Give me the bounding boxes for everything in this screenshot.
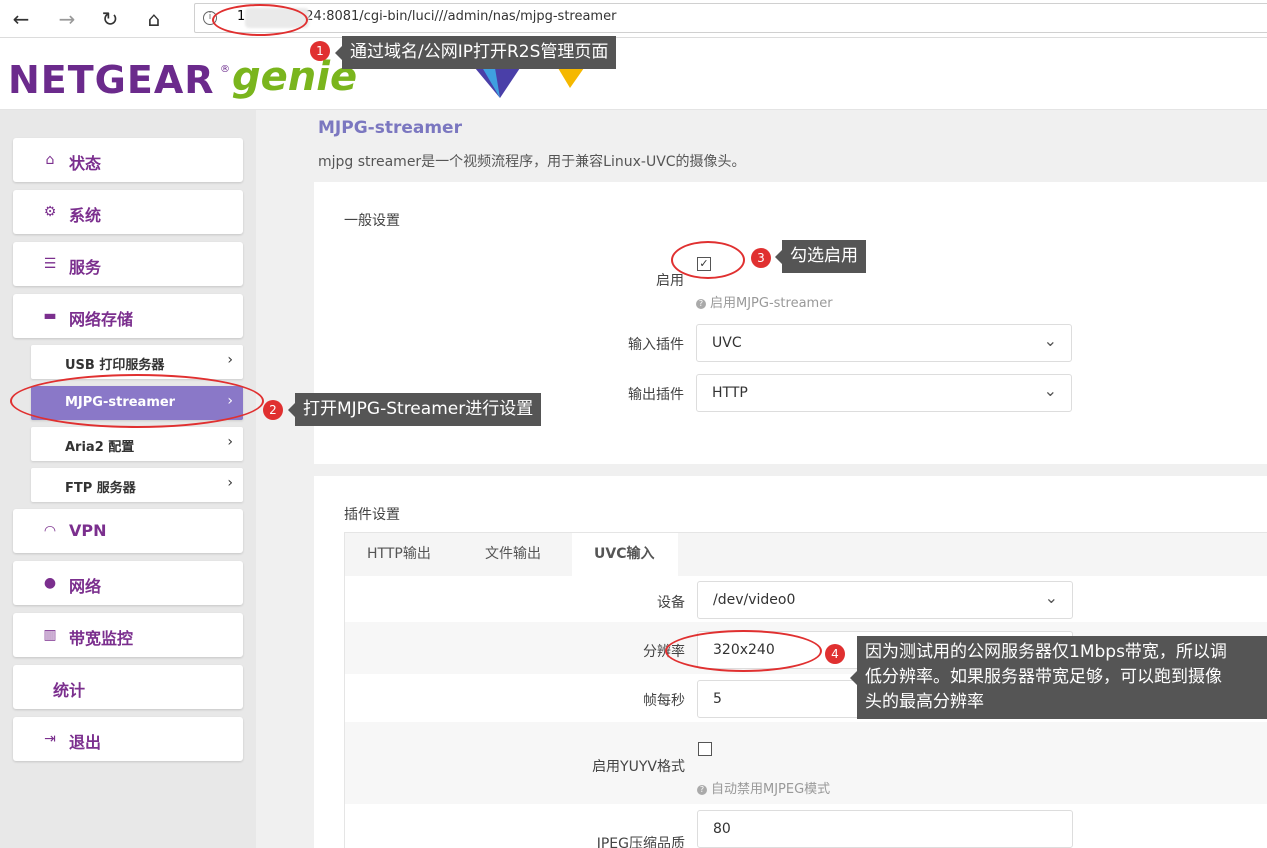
bar-chart-icon: ▥: [43, 627, 57, 643]
sidebar-sub-ftp[interactable]: FTP 服务器 ›: [31, 468, 243, 502]
annotation-badge-1: 1: [310, 41, 330, 61]
sidebar-item-system[interactable]: ⚙ 系统: [13, 190, 243, 234]
sidebar-item-services[interactable]: ☰ 服务: [13, 242, 243, 286]
sidebar-item-bandwidth[interactable]: ▥ 带宽监控: [13, 613, 243, 657]
yuyv-label: 启用YUYV格式: [592, 759, 685, 775]
sidebar-item-label: 带宽监控: [69, 629, 134, 648]
gauge-icon: ◠: [43, 523, 57, 539]
jpeg-quality-label: JPEG压缩品质: [596, 836, 685, 848]
device-value: /dev/video0: [713, 592, 796, 608]
callout-line: 头的最高分辨率: [865, 692, 984, 712]
enable-hint-text: 启用MJPG-streamer: [710, 296, 833, 311]
tab-file-output[interactable]: 文件输出: [485, 533, 575, 576]
browser-toolbar: ← → ↻ ⌂ i 1 24:8081/cgi-bin/luci///admin/…: [0, 0, 1267, 38]
output-plugin-select[interactable]: HTTP ⌄: [696, 374, 1072, 412]
sidebar-item-logout[interactable]: ⇥ 退出: [13, 717, 243, 761]
sidebar-item-label: 统计: [53, 681, 86, 700]
sidebar-sub-label: FTP 服务器: [65, 481, 136, 496]
chevron-right-icon: ›: [227, 434, 233, 450]
help-icon: ?: [697, 785, 707, 795]
annotation-badge-3: 3: [751, 248, 771, 268]
tab-http-output[interactable]: HTTP输出: [367, 533, 467, 576]
logout-icon: ⇥: [44, 731, 56, 747]
sidebar-item-label: 退出: [69, 733, 102, 752]
annotation-ellipse-3: [671, 241, 745, 279]
storage-icon: ▬: [43, 308, 57, 324]
annotation-ellipse-1: [212, 4, 308, 36]
input-plugin-value: UVC: [712, 335, 742, 351]
chevron-down-icon: ⌄: [1043, 331, 1057, 350]
enable-hint: ? 启用MJPG-streamer: [696, 292, 833, 311]
callout-line: 低分辨率。如果服务器带宽足够，可以跑到摄像: [865, 667, 1222, 687]
genie-logo: genie: [232, 54, 358, 100]
forward-arrow-icon[interactable]: →: [54, 6, 80, 32]
sidebar-item-vpn[interactable]: ◠ VPN: [13, 509, 243, 553]
back-arrow-icon[interactable]: ←: [8, 6, 34, 32]
input-plugin-label: 输入插件: [628, 337, 684, 353]
device-select[interactable]: /dev/video0 ⌄: [697, 581, 1073, 619]
tab-uvc-input[interactable]: UVC输入: [572, 533, 678, 576]
annotation-callout-4: 因为测试用的公网服务器仅1Mbps带宽，所以调 低分辨率。如果服务器带宽足够，可…: [850, 636, 1267, 719]
globe-icon: ●: [43, 575, 57, 591]
jpeg-quality-input[interactable]: 80: [697, 810, 1073, 848]
yuyv-hint-text: 自动禁用MJPEG模式: [711, 782, 831, 797]
chevron-right-icon: ›: [227, 352, 233, 368]
annotation-callout-3: 勾选启用: [775, 240, 866, 273]
reload-icon[interactable]: ↻: [97, 6, 123, 32]
sidebar-item-network[interactable]: ● 网络: [13, 561, 243, 605]
page-title: MJPG-streamer: [318, 118, 462, 138]
output-plugin-label: 输出插件: [628, 387, 684, 403]
annotation-badge-2: 2: [263, 400, 283, 420]
header: NETGEAR ® genie: [0, 38, 1267, 110]
callout-line: 因为测试用的公网服务器仅1Mbps带宽，所以调: [865, 642, 1227, 662]
annotation-callout-1: 通过域名/公网IP打开R2S管理页面: [334, 36, 617, 69]
help-icon: ?: [696, 299, 706, 309]
address-bar[interactable]: i 1 24:8081/cgi-bin/luci///admin/nas/mjpg…: [194, 3, 1267, 33]
chevron-down-icon: ⌄: [1043, 381, 1057, 400]
sidebar-sub-label: Aria2 配置: [65, 440, 135, 455]
home-icon[interactable]: ⌂: [141, 6, 167, 32]
home-icon: ⌂: [45, 152, 55, 168]
list-icon: ☰: [43, 256, 57, 272]
netgear-logo: NETGEAR: [8, 58, 215, 102]
registered-mark: ®: [220, 64, 230, 75]
output-plugin-value: HTTP: [712, 385, 748, 401]
yuyv-hint: ? 自动禁用MJPEG模式: [697, 778, 830, 797]
main-content: MJPG-streamer mjpg streamer是一个视频流程序，用于兼容…: [256, 110, 1267, 848]
sidebar: ⌂ 状态 ⚙ 系统 ☰ 服务 ▬ 网络存储 USB 打印服务器 › MJPG-s…: [0, 110, 256, 848]
section-title: 一般设置: [344, 213, 400, 229]
jpeg-quality-value: 80: [713, 821, 731, 837]
annotation-badge-4: 4: [825, 644, 845, 664]
sidebar-item-label: 服务: [69, 258, 102, 277]
sidebar-item-status[interactable]: ⌂ 状态: [13, 138, 243, 182]
chevron-right-icon: ›: [227, 475, 233, 491]
sidebar-item-nas[interactable]: ▬ 网络存储: [13, 294, 243, 338]
page-description: mjpg streamer是一个视频流程序，用于兼容Linux-UVC的摄像头。: [318, 154, 746, 170]
sidebar-item-label: 状态: [69, 154, 102, 173]
annotation-callout-2: 打开MJPG-Streamer进行设置: [287, 393, 542, 426]
sidebar-item-label: 网络: [69, 577, 102, 596]
sidebar-sub-label: USB 打印服务器: [65, 358, 165, 373]
section-title: 插件设置: [344, 507, 400, 523]
url-rest: 24:8081/cgi-bin/luci///admin/nas/mjpg-st…: [305, 9, 617, 24]
annotation-ellipse-2: [10, 374, 264, 428]
sidebar-item-label: 系统: [69, 206, 102, 225]
chevron-down-icon: ⌄: [1044, 588, 1058, 607]
fps-label: 帧每秒: [643, 693, 685, 709]
annotation-ellipse-4: [665, 630, 822, 672]
gears-icon: ⚙: [43, 204, 57, 220]
sidebar-item-label: 网络存储: [69, 310, 134, 329]
sidebar-item-label: VPN: [69, 521, 107, 540]
device-label: 设备: [657, 595, 685, 611]
input-plugin-select[interactable]: UVC ⌄: [696, 324, 1072, 362]
sidebar-item-stats[interactable]: 统计: [13, 665, 243, 709]
enable-label: 启用: [656, 273, 684, 289]
fps-value: 5: [713, 691, 722, 707]
sidebar-sub-aria2[interactable]: Aria2 配置 ›: [31, 427, 243, 461]
plugin-tabs: HTTP输出 文件输出 UVC输入: [344, 532, 1267, 576]
yuyv-checkbox[interactable]: [698, 742, 712, 756]
